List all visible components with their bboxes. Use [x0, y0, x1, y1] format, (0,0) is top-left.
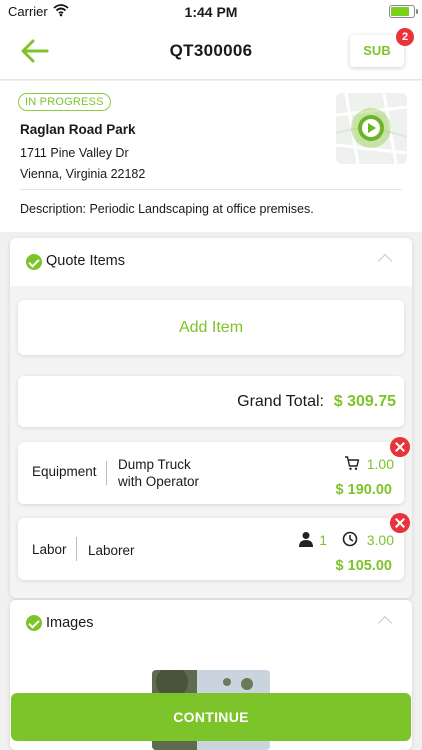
item-name-line-1: Dump Truck [118, 457, 191, 472]
address-line-2: Vienna, Virginia 22182 [20, 167, 146, 181]
location-name: Raglan Road Park [20, 122, 136, 137]
check-circle-icon [26, 615, 42, 631]
chevron-up-icon[interactable] [377, 615, 393, 631]
battery-icon [389, 5, 418, 18]
map-icon [336, 93, 407, 164]
delete-item-2-icon[interactable] [390, 513, 410, 533]
delete-item-1-icon[interactable] [390, 437, 410, 457]
person-icon [299, 532, 313, 547]
item-hours: 3.00 [366, 532, 394, 548]
divider [20, 189, 402, 190]
divider [106, 461, 107, 485]
map-thumbnail[interactable] [336, 93, 407, 164]
nav-header: QT300006 SUB 2 [0, 24, 422, 80]
clock-icon [342, 531, 358, 547]
item-name-line-2: with Operator [118, 474, 200, 489]
continue-label: CONTINUE [173, 709, 249, 725]
images-title: Images [46, 615, 94, 631]
quote-items-title: Quote Items [46, 253, 125, 269]
item-price: $ 190.00 [335, 482, 392, 498]
quote-details: IN PROGRESS Raglan Road Park 1711 Pine V… [0, 81, 422, 232]
check-circle-icon [26, 254, 42, 270]
item-name: Laborer [88, 543, 135, 558]
divider [76, 537, 77, 561]
sub-button-label: SUB [363, 43, 391, 58]
sub-count-badge: 2 [396, 28, 414, 46]
grand-total-row: Grand Total: $ 309.75 [18, 376, 404, 427]
address-line-1: 1711 Pine Valley Dr [20, 146, 129, 160]
item-name: Dump Truck with Operator [118, 456, 199, 490]
status-badge: IN PROGRESS [18, 93, 111, 111]
add-item-button[interactable]: Add Item [18, 300, 404, 355]
description: Description: Periodic Landscaping at off… [20, 202, 314, 216]
chevron-up-icon[interactable] [377, 253, 393, 269]
quote-item-row[interactable]: Equipment Dump Truck with Operator 1.00 … [18, 442, 404, 504]
grand-total-value: $ 309.75 [333, 393, 396, 410]
quote-item-row[interactable]: Labor Laborer 1 3.00 $ 105.00 [18, 518, 404, 580]
item-price: $ 105.00 [335, 558, 392, 574]
cart-icon [345, 456, 360, 470]
item-type: Labor [32, 542, 67, 557]
clock: 1:44 PM [184, 4, 238, 20]
worker-count: 1 [319, 532, 327, 548]
status-bar: Carrier 1:44 PM [0, 0, 422, 24]
quote-items-header[interactable]: Quote Items [10, 238, 412, 286]
grand-total-label: Grand Total: [237, 393, 324, 410]
continue-button[interactable]: CONTINUE [11, 693, 411, 741]
add-item-label: Add Item [178, 319, 244, 336]
item-type: Equipment [32, 464, 97, 479]
item-quantity: 1.00 [366, 456, 394, 472]
